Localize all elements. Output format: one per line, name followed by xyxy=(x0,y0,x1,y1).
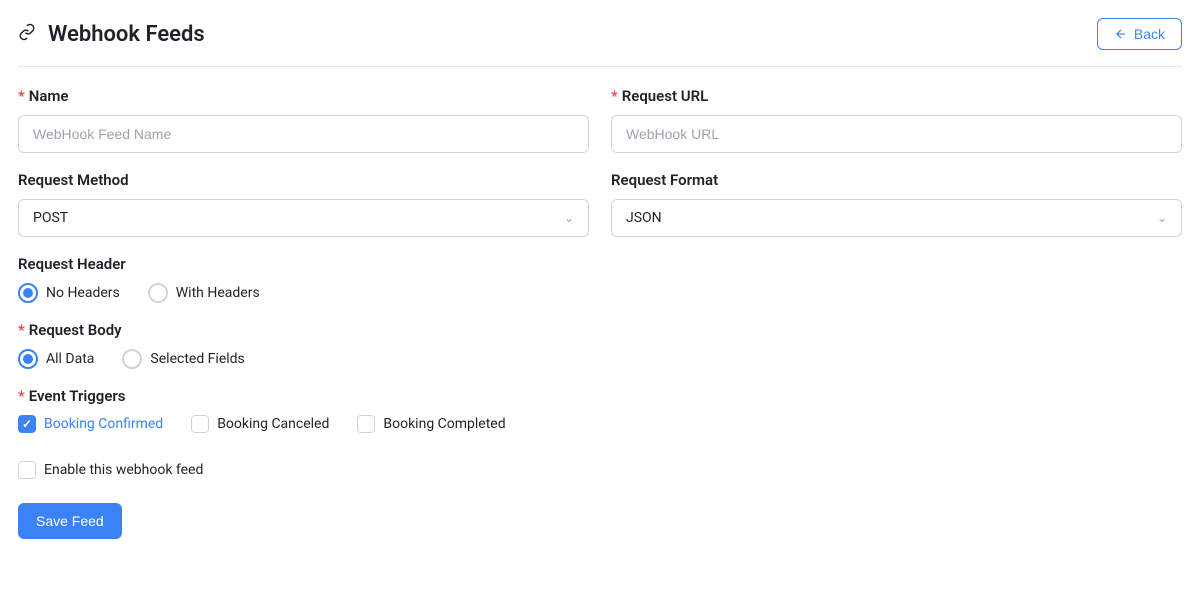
section-event-triggers: *Event Triggers Booking Confirmed Bookin… xyxy=(18,387,1182,433)
checkbox-label: Booking Canceled xyxy=(217,416,329,432)
chevron-down-icon: ⌄ xyxy=(564,211,574,225)
method-label: Request Method xyxy=(18,171,589,189)
checkbox-icon xyxy=(191,415,209,433)
radio-all-data[interactable]: All Data xyxy=(18,349,94,369)
radio-label: Selected Fields xyxy=(150,351,244,367)
request-header-label: Request Header xyxy=(18,255,1182,273)
link-icon xyxy=(18,23,36,45)
section-request-body: *Request Body All Data Selected Fields xyxy=(18,321,1182,369)
field-method: Request Method POST ⌄ xyxy=(18,171,589,237)
radio-label: With Headers xyxy=(176,285,260,301)
radio-label: No Headers xyxy=(46,285,120,301)
checkbox-label: Enable this webhook feed xyxy=(44,462,203,478)
back-label: Back xyxy=(1134,26,1165,42)
url-label: *Request URL xyxy=(611,87,1182,105)
url-input[interactable] xyxy=(611,115,1182,153)
radio-icon xyxy=(18,283,38,303)
page-header: Webhook Feeds Back xyxy=(18,18,1182,67)
format-label: Request Format xyxy=(611,171,1182,189)
field-format: Request Format JSON ⌄ xyxy=(611,171,1182,237)
triggers-check-group: Booking Confirmed Booking Canceled Booki… xyxy=(18,415,1182,433)
radio-icon xyxy=(148,283,168,303)
body-radio-group: All Data Selected Fields xyxy=(18,349,1182,369)
checkbox-icon xyxy=(357,415,375,433)
event-triggers-label: *Event Triggers xyxy=(18,387,1182,405)
title-wrap: Webhook Feeds xyxy=(18,22,205,47)
save-feed-button[interactable]: Save Feed xyxy=(18,503,122,539)
radio-icon xyxy=(122,349,142,369)
header-radio-group: No Headers With Headers xyxy=(18,283,1182,303)
checkbox-label: Booking Completed xyxy=(383,416,505,432)
field-url: *Request URL xyxy=(611,87,1182,153)
row-method-format: Request Method POST ⌄ Request Format JSO… xyxy=(18,171,1182,237)
page-title: Webhook Feeds xyxy=(48,22,205,47)
chevron-down-icon: ⌄ xyxy=(1157,211,1167,225)
back-button[interactable]: Back xyxy=(1097,18,1182,50)
radio-label: All Data xyxy=(46,351,94,367)
name-input[interactable] xyxy=(18,115,589,153)
check-booking-canceled[interactable]: Booking Canceled xyxy=(191,415,329,433)
check-booking-confirmed[interactable]: Booking Confirmed xyxy=(18,415,163,433)
request-body-label: *Request Body xyxy=(18,321,1182,339)
method-value: POST xyxy=(33,210,68,226)
row-name-url: *Name *Request URL xyxy=(18,87,1182,153)
radio-icon xyxy=(18,349,38,369)
checkbox-icon xyxy=(18,461,36,479)
method-select[interactable]: POST ⌄ xyxy=(18,199,589,237)
check-booking-completed[interactable]: Booking Completed xyxy=(357,415,505,433)
format-select[interactable]: JSON ⌄ xyxy=(611,199,1182,237)
checkbox-icon xyxy=(18,415,36,433)
radio-with-headers[interactable]: With Headers xyxy=(148,283,260,303)
field-name: *Name xyxy=(18,87,589,153)
radio-no-headers[interactable]: No Headers xyxy=(18,283,120,303)
radio-selected-fields[interactable]: Selected Fields xyxy=(122,349,244,369)
checkbox-label: Booking Confirmed xyxy=(44,416,163,432)
name-label: *Name xyxy=(18,87,589,105)
format-value: JSON xyxy=(626,210,662,226)
section-request-header: Request Header No Headers With Headers xyxy=(18,255,1182,303)
check-enable-feed[interactable]: Enable this webhook feed xyxy=(18,461,1182,479)
arrow-left-icon xyxy=(1114,27,1128,41)
